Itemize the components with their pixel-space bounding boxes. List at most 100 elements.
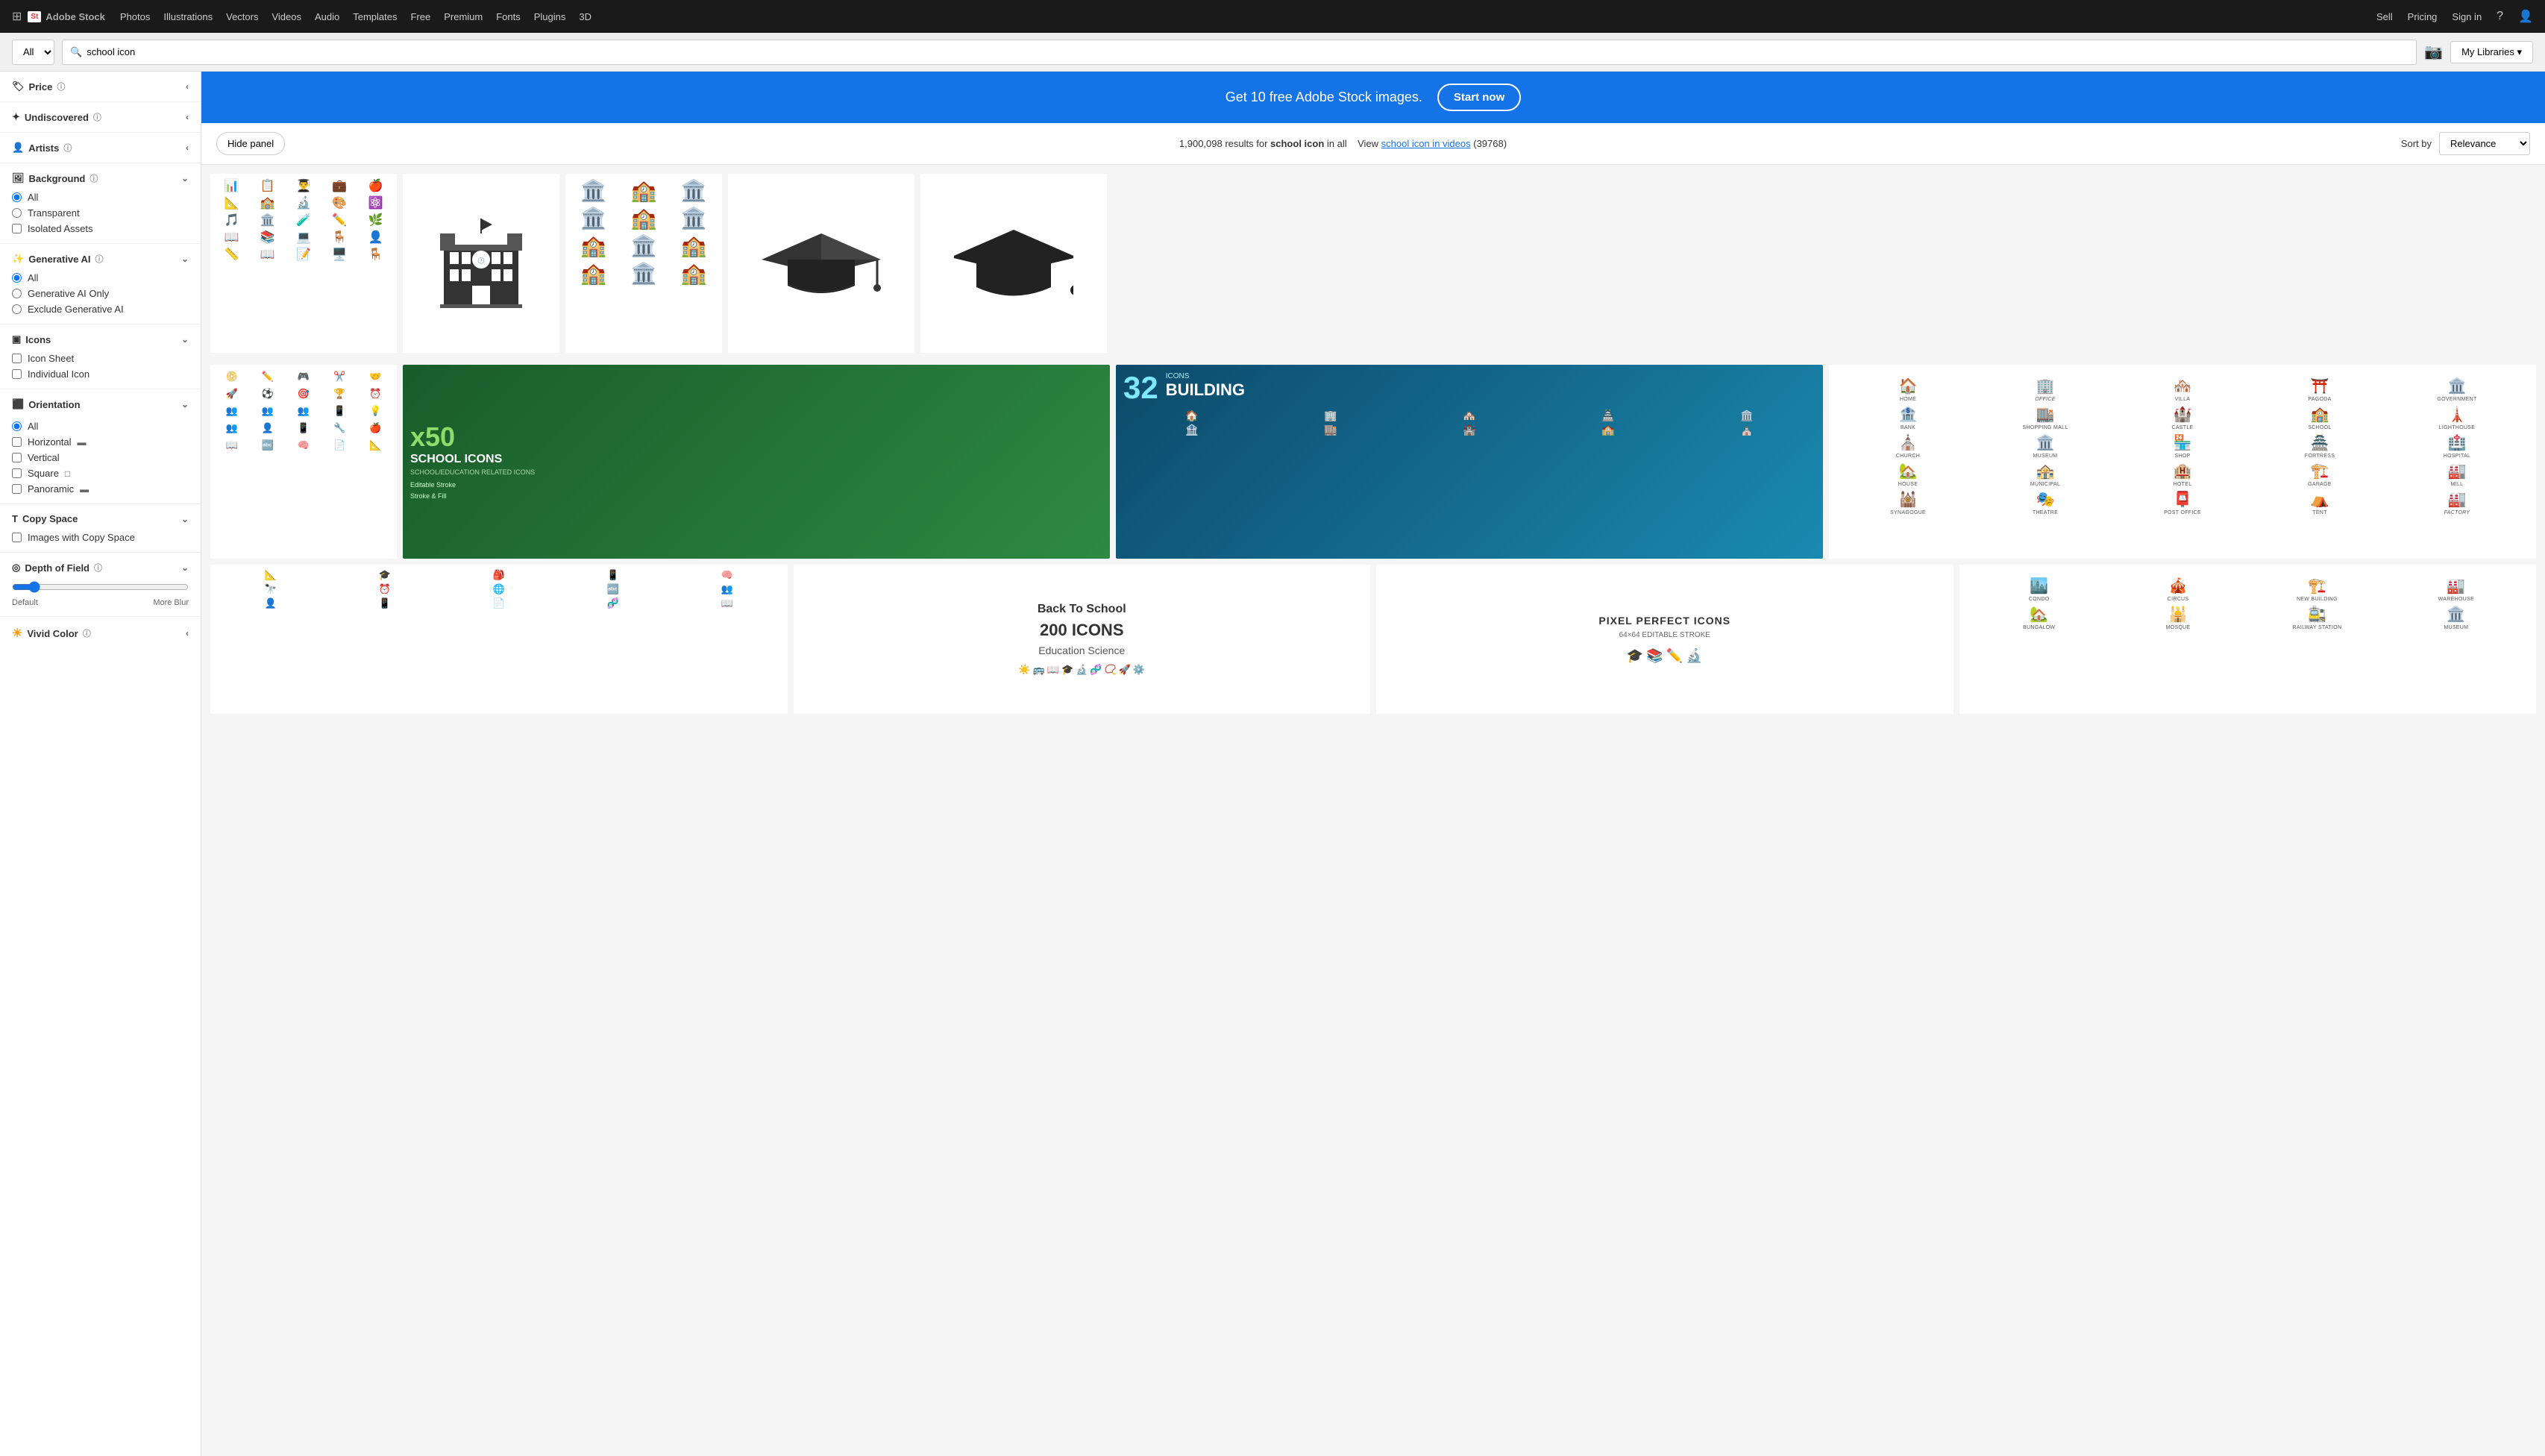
background-transparent-radio[interactable]: Transparent: [12, 207, 189, 219]
image-card-5[interactable]: [920, 174, 1107, 353]
orient-vertical-check[interactable]: [12, 453, 22, 462]
sort-select[interactable]: Relevance Newest Undiscovered: [2439, 132, 2530, 155]
bldg-shopping-mall: 🏬 SHOPPING MALL: [1978, 405, 2112, 430]
sidebar-depth-of-field-header[interactable]: ◎ Depth of Field ⓘ ⌄: [12, 562, 189, 574]
icon-cell: 🌿: [359, 213, 392, 228]
sidebar-orientation-header[interactable]: ⬛ Orientation ⌄: [12, 398, 189, 410]
icons-filter-label: Icons: [25, 334, 51, 345]
nav-free[interactable]: Free: [410, 11, 430, 22]
nav-sell[interactable]: Sell: [2376, 11, 2393, 22]
app-grid-icon[interactable]: ⊞: [12, 9, 22, 24]
camera-search-icon[interactable]: 📷: [2424, 43, 2443, 61]
search-bar: All 🔍 📷 My Libraries ▾: [0, 33, 2545, 72]
price-collapse-icon[interactable]: ‹: [186, 81, 189, 92]
pp-icon: ✏️: [1666, 648, 1683, 664]
adobe-stock-logo[interactable]: St Adobe Stock: [28, 11, 104, 22]
video-link[interactable]: school icon in videos: [1381, 138, 1471, 149]
gen-ai-only-radio[interactable]: Generative AI Only: [12, 288, 189, 299]
individual-icon-check[interactable]: Individual Icon: [12, 368, 189, 380]
nav-pricing[interactable]: Pricing: [2408, 11, 2438, 22]
bldg-bungalow: 🏡 BUNGALOW: [1971, 605, 2107, 630]
icon-cell: 🤝: [359, 369, 392, 384]
back-to-school-card[interactable]: Back To School 200 ICONS Education Scien…: [794, 565, 1371, 714]
undiscovered-collapse-icon[interactable]: ‹: [186, 112, 189, 122]
icon-cell: 🌐: [443, 583, 555, 595]
background-isolated-check[interactable]: Isolated Assets: [12, 223, 189, 234]
school-icons-50-card[interactable]: x50 SCHOOL ICONS SCHOOL/EDUCATION RELATE…: [403, 365, 1110, 559]
search-type-select[interactable]: All: [12, 40, 54, 65]
building-icons-grid-card[interactable]: 🏠 HOME 🏢 oFFICE 🏘️ VILLA ⛩️: [1829, 365, 2536, 559]
image-card-4[interactable]: [728, 174, 914, 353]
icon-cell: 🎨: [323, 195, 357, 210]
copy-space-check[interactable]: Images with Copy Space: [12, 532, 189, 543]
sidebar-undiscovered-header[interactable]: ✦ Undiscovered ⓘ ‹: [12, 111, 189, 123]
orient-square-check[interactable]: [12, 468, 22, 478]
image-card-2[interactable]: 🕐: [403, 174, 559, 353]
sidebar-generative-ai-header[interactable]: ✨ Generative AI ⓘ ⌄: [12, 253, 189, 265]
generative-ai-chevron-icon[interactable]: ⌄: [181, 254, 189, 264]
hide-panel-button[interactable]: Hide panel: [216, 132, 285, 155]
nav-sign-in[interactable]: Sign in: [2452, 11, 2482, 22]
image-card-icon-sheet-2[interactable]: 📀 ✏️ 🎮 ✂️ 🤝 🚀 ⚽ 🎯 🏆 ⏰ 👥 👥 👥 📱: [210, 365, 397, 559]
nav-templates[interactable]: Templates: [353, 11, 397, 22]
depth-of-field-chevron-icon[interactable]: ⌄: [181, 562, 189, 573]
nav-plugins[interactable]: Plugins: [534, 11, 566, 22]
sidebar-section-vivid-color: ☀ Vivid Color ⓘ ‹: [0, 617, 201, 650]
help-icon[interactable]: ?: [2497, 10, 2503, 23]
sidebar-background-header[interactable]: 🖼 Background ⓘ ⌄: [12, 172, 189, 184]
background-chevron-icon[interactable]: ⌄: [181, 173, 189, 183]
copy-space-chevron-icon[interactable]: ⌄: [181, 514, 189, 524]
icon-cell: 🎵: [215, 213, 248, 228]
nav-videos[interactable]: Videos: [272, 11, 301, 22]
icon-cell: 📖: [215, 230, 248, 245]
sidebar-icons-header[interactable]: ▣ Icons ⌄: [12, 333, 189, 345]
education-science-label: Education Science: [1038, 644, 1125, 656]
nav-illustrations[interactable]: Illustrations: [163, 11, 213, 22]
nav-premium[interactable]: Premium: [444, 11, 483, 22]
icons-chevron-icon[interactable]: ⌄: [181, 334, 189, 345]
background-all-radio[interactable]: All: [12, 192, 189, 203]
content-toolbar: Hide panel 1,900,098 results for school …: [201, 123, 2545, 165]
gen-ai-exclude-radio[interactable]: Exclude Generative AI: [12, 304, 189, 315]
nav-vectors[interactable]: Vectors: [226, 11, 258, 22]
nav-audio[interactable]: Audio: [315, 11, 339, 22]
depth-of-field-info-icon: ⓘ: [94, 562, 102, 574]
icon-cell: 🏫: [251, 195, 284, 210]
nav-3d[interactable]: 3D: [579, 11, 591, 22]
nav-photos[interactable]: Photos: [120, 11, 150, 22]
start-now-button[interactable]: Start now: [1437, 84, 1521, 111]
bts-icon: ☀️: [1018, 664, 1030, 676]
nav-fonts[interactable]: Fonts: [496, 11, 521, 22]
building-32-number: 32: [1123, 372, 1158, 404]
vivid-color-info-icon: ⓘ: [83, 627, 91, 639]
content-area: Get 10 free Adobe Stock images. Start no…: [201, 72, 2545, 1456]
vivid-color-collapse-icon[interactable]: ‹: [186, 628, 189, 638]
icon-sheet-check[interactable]: Icon Sheet: [12, 353, 189, 364]
building-32-card[interactable]: 32 ICONS BUILDING 🏠 🏢 🏘️ 🏯 🏛️ 🏦: [1116, 365, 1823, 559]
sidebar-price-header[interactable]: 🏷 Price ⓘ ‹: [12, 81, 189, 92]
depth-of-field-slider[interactable]: [12, 581, 189, 593]
bldg-government: 🏛️ GOVERNMENT: [2390, 377, 2524, 402]
sidebar-vivid-color-header[interactable]: ☀ Vivid Color ⓘ ‹: [12, 626, 189, 641]
sidebar-copy-space-header[interactable]: T Copy Space ⌄: [12, 513, 189, 524]
more-buildings-card[interactable]: 🏙️ CONDO 🎪 CIRCUS 🏗️ NEW BUILDING �: [1959, 565, 2537, 714]
icon-cell: 📀: [215, 369, 248, 384]
search-input[interactable]: [87, 46, 2409, 57]
gen-ai-all-radio[interactable]: All: [12, 272, 189, 283]
image-card-1[interactable]: 📊 📋 👨‍🎓 💼 🍎 📐 🏫 🔬 🎨 ⚛️ 🎵 🏛️ 🧪 ✏: [210, 174, 397, 353]
image-card-icons-3[interactable]: 📐 🎓 🎒 📱 🧠 🔭 ⏰ 🌐 🔤 👥 👤 📱 📄 🧬: [210, 565, 788, 714]
icon-cell: 🎒: [443, 569, 555, 581]
my-libraries-button[interactable]: My Libraries ▾: [2450, 41, 2533, 63]
orient-all-radio[interactable]: [12, 421, 22, 431]
icon-cell: 🏛️: [251, 213, 284, 228]
artists-collapse-icon[interactable]: ‹: [186, 142, 189, 153]
icon-cell: 📱: [286, 421, 320, 436]
sidebar-artists-header[interactable]: 👤 Artists ⓘ ‹: [12, 142, 189, 154]
orient-panoramic-check[interactable]: [12, 484, 22, 494]
orientation-chevron-icon[interactable]: ⌄: [181, 399, 189, 410]
user-icon[interactable]: 👤: [2518, 9, 2533, 24]
orient-horizontal-check[interactable]: [12, 437, 22, 447]
image-card-3[interactable]: 🏛️ 🏫 🏛️ 🏛️ 🏫 🏛️ 🏫 🏛️ 🏫 🏫 🏛️ 🏫: [565, 174, 722, 353]
pixel-perfect-card[interactable]: PIXEL PERFECT ICONS 64×64 EDITABLE STROK…: [1376, 565, 1954, 714]
bldg-office: 🏢 oFFICE: [1978, 377, 2112, 402]
